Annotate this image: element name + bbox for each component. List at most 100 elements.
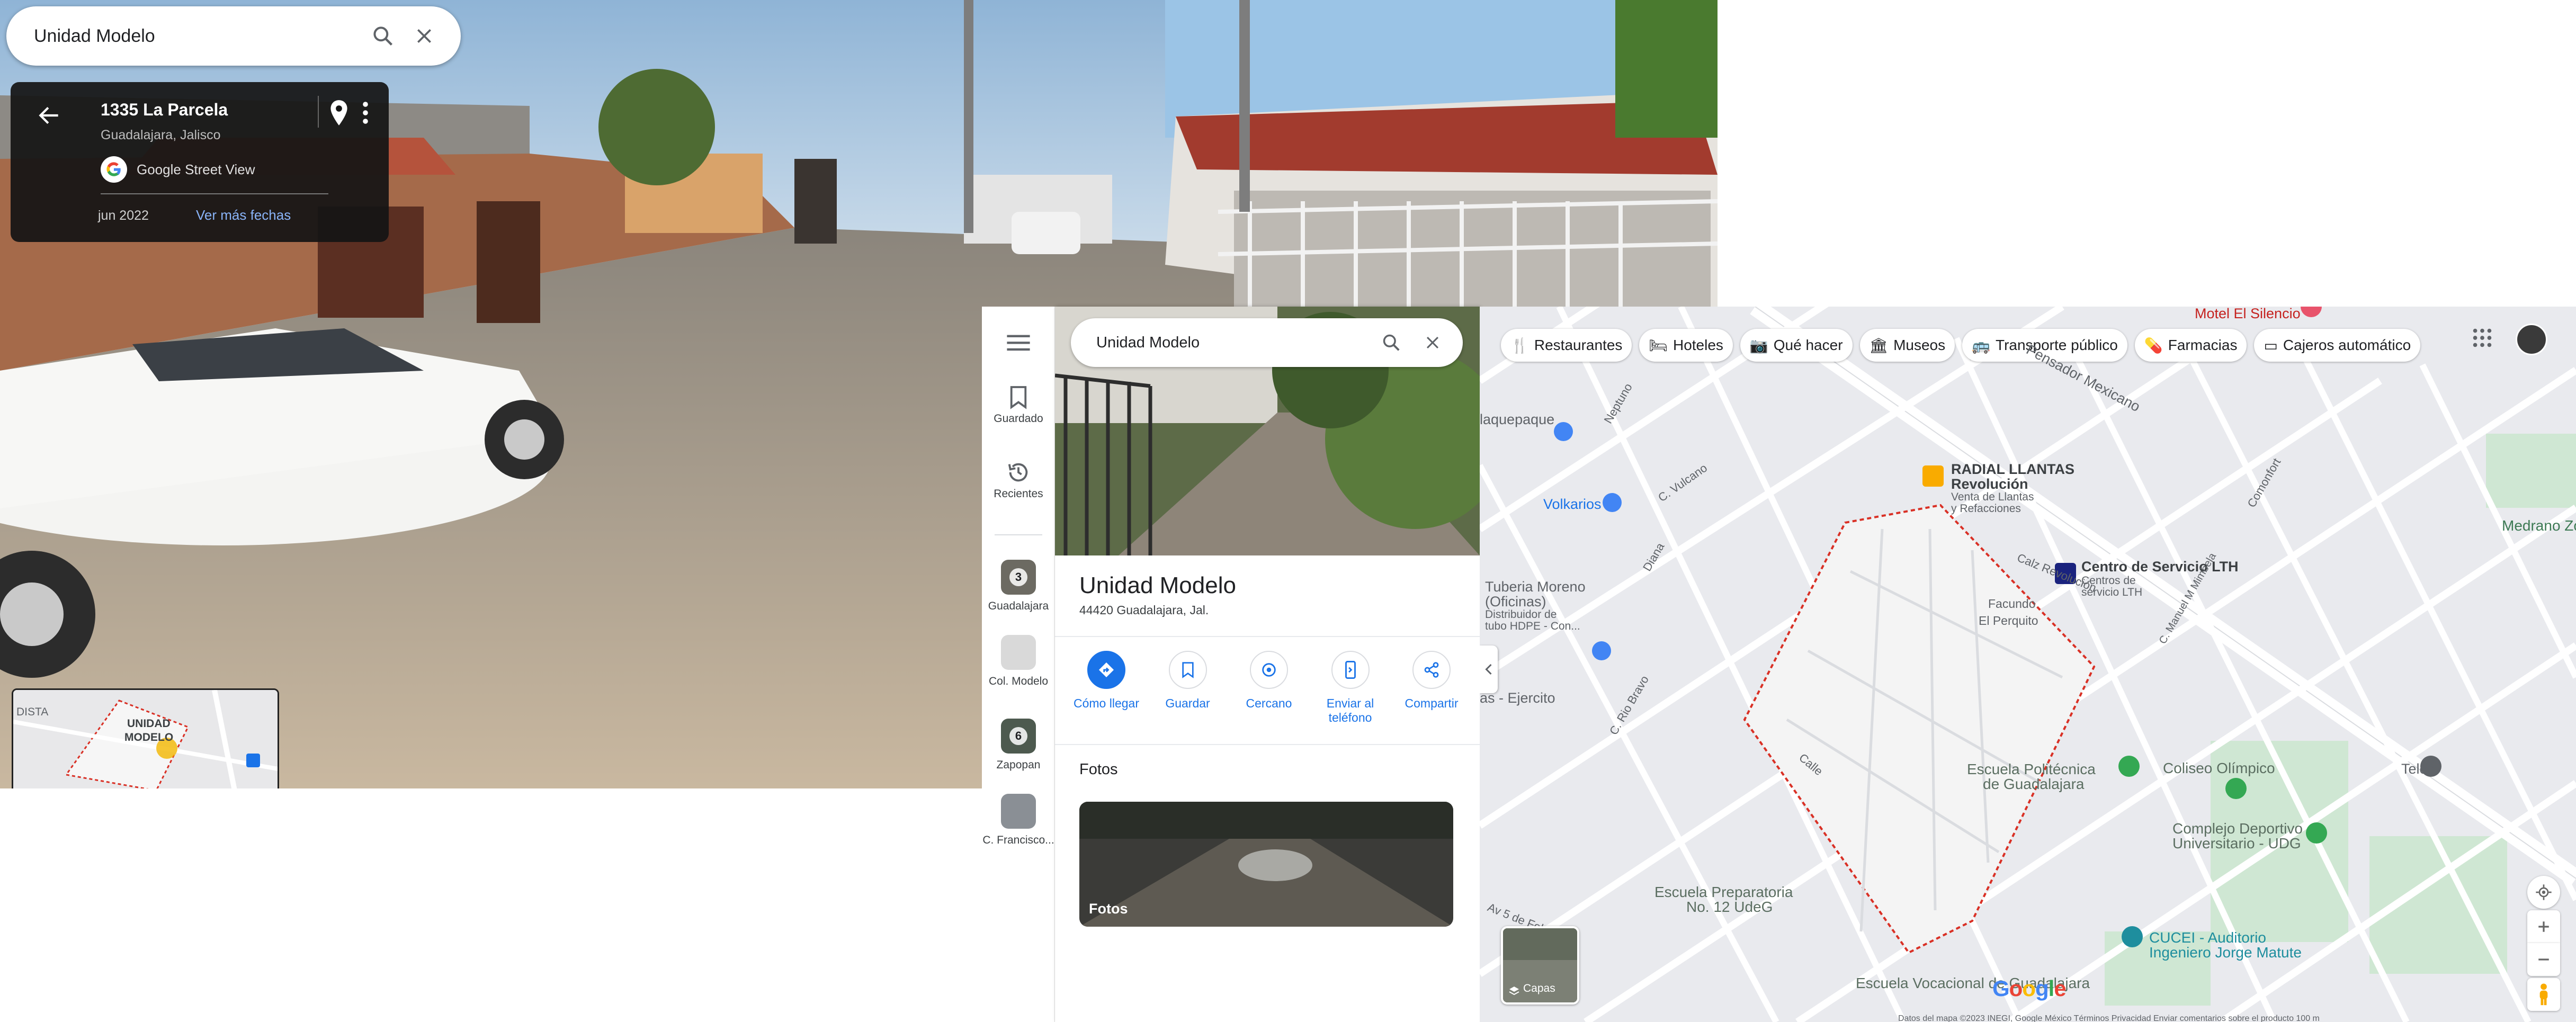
pill-icon: 💊 bbox=[2144, 337, 2163, 354]
map-label-coliseo[interactable]: Coliseo Olímpico bbox=[2163, 760, 2275, 777]
layers-button[interactable]: Capas bbox=[1501, 926, 1579, 1005]
more-options-icon[interactable] bbox=[360, 100, 371, 128]
street-view-info-card: 1335 La Parcela Guadalajara, Jalisco Goo… bbox=[11, 82, 389, 242]
map-label-prepa-2: No. 12 UdeG bbox=[1686, 899, 1773, 915]
card-separator bbox=[101, 193, 328, 194]
map-label-complejo-2: Universitario - UDG bbox=[2172, 835, 2301, 851]
rail-place-c-francisco[interactable]: C. Francisco... bbox=[982, 794, 1055, 847]
fork-knife-icon: 🍴 bbox=[1510, 337, 1529, 354]
chip-restaurants[interactable]: 🍴 Restaurantes bbox=[1501, 329, 1632, 362]
place-count-badge: 6 bbox=[1009, 727, 1027, 745]
map-label-tuberia-3: Distribuidor de bbox=[1485, 608, 1557, 621]
rail-place-col-modelo[interactable]: Col. Modelo bbox=[982, 635, 1055, 688]
send-to-phone-button[interactable]: Enviar al teléfono bbox=[1312, 651, 1389, 725]
pegman-icon bbox=[2539, 983, 2548, 1006]
zoom-in-button[interactable] bbox=[2527, 910, 2560, 943]
chip-pharmacies[interactable]: 💊 Farmacias bbox=[2134, 329, 2247, 362]
close-icon[interactable] bbox=[404, 15, 445, 57]
zoom-out-button[interactable] bbox=[2527, 943, 2560, 976]
google-g-icon bbox=[101, 156, 127, 183]
more-dates-link[interactable]: Ver más fechas bbox=[196, 207, 291, 223]
minus-icon bbox=[2538, 958, 2549, 961]
minimap-label-modelo: MODELO bbox=[124, 731, 174, 743]
map-label-radial-2: Revolución bbox=[1951, 476, 2028, 492]
chip-hotels[interactable]: 🛏 Hoteles bbox=[1639, 329, 1733, 362]
panel-search-box[interactable]: Unidad Modelo bbox=[1071, 318, 1463, 367]
chip-things-to-do[interactable]: 📷 Qué hacer bbox=[1740, 329, 1853, 362]
place-panel: Unidad Modelo Unidad Modelo 44420 Guadal… bbox=[1055, 307, 1480, 1022]
street-view-minimap[interactable]: DISTA UNIDAD MODELO bbox=[12, 688, 279, 788]
rail-place-label: Guadalajara bbox=[988, 600, 1049, 612]
rail-recents[interactable]: Recientes bbox=[982, 460, 1055, 500]
map-label-volkarios[interactable]: Volkarios bbox=[1543, 496, 1602, 513]
hamburger-menu-icon[interactable] bbox=[1007, 333, 1030, 352]
map-label-telcel[interactable]: Telcel bbox=[2401, 761, 2438, 777]
place-address: 44420 Guadalajara, Jal. bbox=[1079, 603, 1209, 617]
directions-button[interactable]: Cómo llegar bbox=[1068, 651, 1145, 725]
apps-grid-icon[interactable] bbox=[2470, 326, 2494, 353]
rail-place-guadalajara[interactable]: 3 Guadalajara bbox=[982, 560, 1055, 613]
street-view-search-box[interactable]: Unidad Modelo bbox=[6, 6, 461, 66]
close-icon[interactable] bbox=[1412, 322, 1453, 363]
bookmark-icon bbox=[1010, 386, 1027, 409]
map-footer: Datos del mapa ©2023 INEGI, Google Méxic… bbox=[1898, 1014, 2320, 1022]
map-label-radial-1[interactable]: RADIAL LLANTAS bbox=[1951, 461, 2074, 478]
map-label-motel[interactable]: Motel El Silencio bbox=[2195, 307, 2301, 322]
account-avatar[interactable] bbox=[2516, 324, 2547, 355]
map-label-radial-4: y Refacciones bbox=[1951, 503, 2021, 515]
minimap-label-unidad: UNIDAD bbox=[127, 718, 171, 730]
photos-card[interactable]: Fotos bbox=[1079, 802, 1453, 927]
map-label-medrano[interactable]: Medrano Zo bbox=[2502, 517, 2576, 534]
action-label: Guardar bbox=[1165, 696, 1210, 710]
map-tiles[interactable] bbox=[1480, 307, 2576, 1022]
share-button[interactable]: Compartir bbox=[1393, 651, 1470, 725]
map-label-tuberia-1[interactable]: Tuberia Moreno bbox=[1485, 579, 1586, 595]
category-chips: 🍴 Restaurantes 🛏 Hoteles 📷 Qué hacer 🏛 Museo… bbox=[1501, 329, 2421, 362]
place-actions: Cómo llegar Guardar Cercano Enviar al te… bbox=[1068, 651, 1470, 725]
street-view-title: 1335 La Parcela bbox=[101, 100, 228, 119]
history-icon bbox=[1008, 463, 1028, 482]
directions-icon bbox=[1098, 662, 1114, 678]
place-thumbnail: 3 bbox=[1001, 560, 1036, 595]
photos-heading: Fotos bbox=[1079, 761, 1118, 778]
map-label-tlaquepaque: laquepaque bbox=[1480, 411, 1555, 427]
send-to-phone-icon bbox=[1345, 661, 1356, 679]
museum-icon: 🏛 bbox=[1869, 337, 1889, 354]
chip-label: Cajeros automático bbox=[2283, 337, 2411, 353]
save-button[interactable]: Guardar bbox=[1149, 651, 1227, 725]
collapse-panel-button[interactable] bbox=[1480, 646, 1498, 693]
menu-button[interactable] bbox=[982, 333, 1055, 355]
map-label-facundo: Facundo bbox=[1988, 597, 2036, 611]
rail-place-zapopan[interactable]: 6 Zapopan bbox=[982, 719, 1055, 772]
rail-place-label: Zapopan bbox=[996, 759, 1041, 771]
chip-label: Qué hacer bbox=[1773, 337, 1843, 353]
camera-icon: 📷 bbox=[1749, 337, 1768, 354]
left-rail: Guardado Recientes 3 Guadalajara Col. Mo… bbox=[982, 307, 1055, 1022]
my-location-button[interactable] bbox=[2527, 876, 2560, 909]
street-view-brand-label: Google Street View bbox=[137, 161, 255, 177]
search-icon[interactable] bbox=[362, 15, 404, 57]
rail-divider bbox=[995, 534, 1042, 535]
map-label-tuberia-2: (Oficinas) bbox=[1485, 594, 1546, 609]
map-canvas[interactable]: 🍴 Restaurantes 🛏 Hoteles 📷 Qué hacer 🏛 Museo… bbox=[1480, 307, 2576, 1022]
place-name: Unidad Modelo bbox=[1079, 572, 1236, 598]
plus-icon bbox=[2538, 921, 2549, 932]
chip-label: Transporte público bbox=[1996, 337, 2118, 353]
search-icon[interactable] bbox=[1371, 322, 1412, 363]
location-pin-icon[interactable] bbox=[327, 99, 351, 129]
pegman-button[interactable] bbox=[2527, 978, 2560, 1011]
photos-card-label: Fotos bbox=[1089, 901, 1128, 917]
back-arrow-icon[interactable] bbox=[36, 102, 62, 131]
place-thumbnail bbox=[1001, 794, 1036, 829]
atm-icon: ▭ bbox=[2264, 337, 2278, 354]
chip-museums[interactable]: 🏛 Museos bbox=[1859, 329, 1955, 362]
rail-saved[interactable]: Guardado bbox=[982, 385, 1055, 425]
place-thumbnail bbox=[1001, 635, 1036, 670]
chip-atms[interactable]: ▭ Cajeros automático bbox=[2254, 329, 2421, 362]
chip-label: Farmacias bbox=[2168, 337, 2238, 353]
search-query[interactable]: Unidad Modelo bbox=[34, 26, 362, 47]
map-label-tuberia-4: tubo HDPE - Con... bbox=[1485, 620, 1580, 632]
nearby-button[interactable]: Cercano bbox=[1230, 651, 1308, 725]
action-label: Cercano bbox=[1246, 696, 1292, 710]
search-query[interactable]: Unidad Modelo bbox=[1096, 334, 1371, 352]
